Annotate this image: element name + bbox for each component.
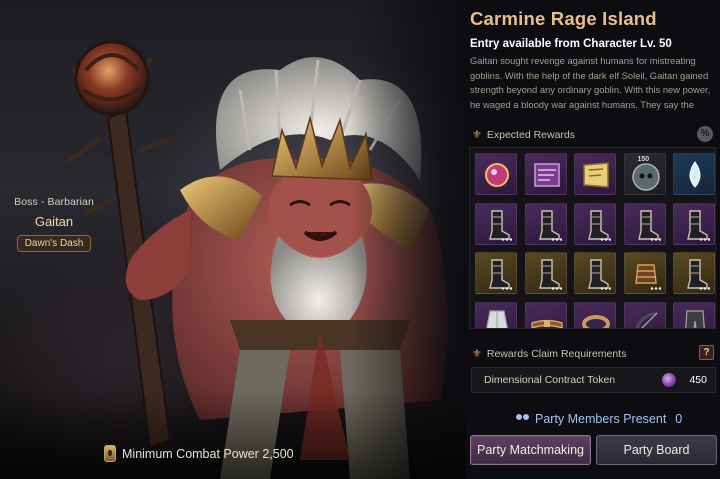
more-options-icon xyxy=(600,287,611,290)
rewards-list[interactable]: 150 xyxy=(469,147,716,329)
party-members-count: 0 xyxy=(675,412,683,426)
expected-rewards-label: Expected Rewards xyxy=(486,128,576,141)
combat-power-icon xyxy=(104,445,116,462)
reward-slot[interactable] xyxy=(574,202,616,245)
token-count: 450 xyxy=(689,374,707,386)
reward-slot[interactable] xyxy=(673,301,715,328)
reward-slot[interactable] xyxy=(574,252,616,294)
gem-orb-icon xyxy=(485,163,509,187)
map-scroll-icon xyxy=(533,163,560,187)
boss-info: Boss - Barbarian Gaitan Dawn's Dash xyxy=(14,196,94,252)
reward-slot[interactable] xyxy=(673,252,715,294)
expected-rewards-heading: ⚜ Expected Rewards xyxy=(472,128,576,142)
more-options-icon xyxy=(501,287,512,290)
reward-slot[interactable]: 150 xyxy=(623,153,666,195)
boss-name: Gaitan xyxy=(34,214,74,229)
more-options-icon xyxy=(550,237,562,241)
reward-slot[interactable] xyxy=(475,153,517,195)
water-drop-icon xyxy=(689,161,701,188)
minimum-combat-power: Minimum Combat Power 2,500 xyxy=(104,445,294,462)
token-name: Dimensional Contract Token xyxy=(484,374,616,386)
reward-slot[interactable] xyxy=(574,301,616,328)
reward-slot[interactable] xyxy=(623,252,666,294)
boss-artwork: Boss - Barbarian Gaitan Dawn's Dash Mini… xyxy=(0,0,470,479)
island-description[interactable]: Gaitan sought revenge against humans for… xyxy=(470,54,714,112)
reward-slot[interactable] xyxy=(524,153,567,195)
more-options-icon xyxy=(550,287,562,290)
reward-badge: 150 xyxy=(637,156,650,163)
party-board-button[interactable]: Party Board xyxy=(596,435,717,465)
party-members-label: Party Members Present xyxy=(535,412,667,426)
robe-icon xyxy=(486,309,508,328)
reward-slot[interactable] xyxy=(524,202,567,245)
party-matchmaking-button[interactable]: Party Matchmaking xyxy=(470,435,591,465)
reward-slot[interactable] xyxy=(673,153,715,195)
reward-slot[interactable] xyxy=(623,202,666,245)
reward-slot[interactable] xyxy=(673,202,715,245)
art-fade-bottom xyxy=(0,389,470,479)
claim-requirements-heading: ⚜ Rewards Claim Requirements xyxy=(472,347,627,361)
claim-requirements-label: Rewards Claim Requirements xyxy=(486,347,627,360)
fleur-icon: ⚜ xyxy=(472,348,482,360)
pants-icon xyxy=(685,309,705,328)
more-options-icon xyxy=(649,237,661,241)
token-requirement-row[interactable]: Dimensional Contract Token 450 xyxy=(471,367,716,393)
reward-slot[interactable] xyxy=(475,301,517,328)
fleur-icon: ⚜ xyxy=(472,129,482,141)
contract-token-icon xyxy=(662,373,676,387)
rewards-grid: 150 xyxy=(475,153,715,328)
treasure-map-icon xyxy=(583,162,609,188)
island-info-panel: Carmine Rage Island Entry available from… xyxy=(466,0,720,479)
more-options-icon xyxy=(649,287,661,290)
boss-difficulty-tag: Dawn's Dash xyxy=(16,235,92,252)
help-button[interactable]: ? xyxy=(699,345,714,360)
reward-slot[interactable] xyxy=(475,202,517,245)
reward-slot[interactable] xyxy=(524,252,567,294)
reward-slot[interactable] xyxy=(524,301,567,328)
reward-slot[interactable] xyxy=(623,301,666,328)
belt-icon xyxy=(530,319,563,328)
reward-slot[interactable] xyxy=(475,252,517,294)
bracelet-icon xyxy=(582,314,610,328)
more-options-icon xyxy=(501,237,512,241)
party-members-icon xyxy=(516,414,530,424)
entry-requirement: Entry available from Character Lv. 50 xyxy=(470,38,672,50)
minimum-combat-power-label: Minimum Combat Power 2,500 xyxy=(122,446,294,461)
island-title: Carmine Rage Island xyxy=(470,8,657,29)
bow-icon xyxy=(634,311,657,328)
more-options-icon xyxy=(699,287,710,290)
party-members-present: Party Members Present 0 xyxy=(516,412,682,426)
reward-slot[interactable] xyxy=(574,153,616,195)
more-options-icon xyxy=(600,237,611,241)
boss-class-label: Boss - Barbarian xyxy=(14,196,94,208)
drop-rate-button[interactable]: % xyxy=(697,126,713,142)
more-options-icon xyxy=(699,237,710,241)
